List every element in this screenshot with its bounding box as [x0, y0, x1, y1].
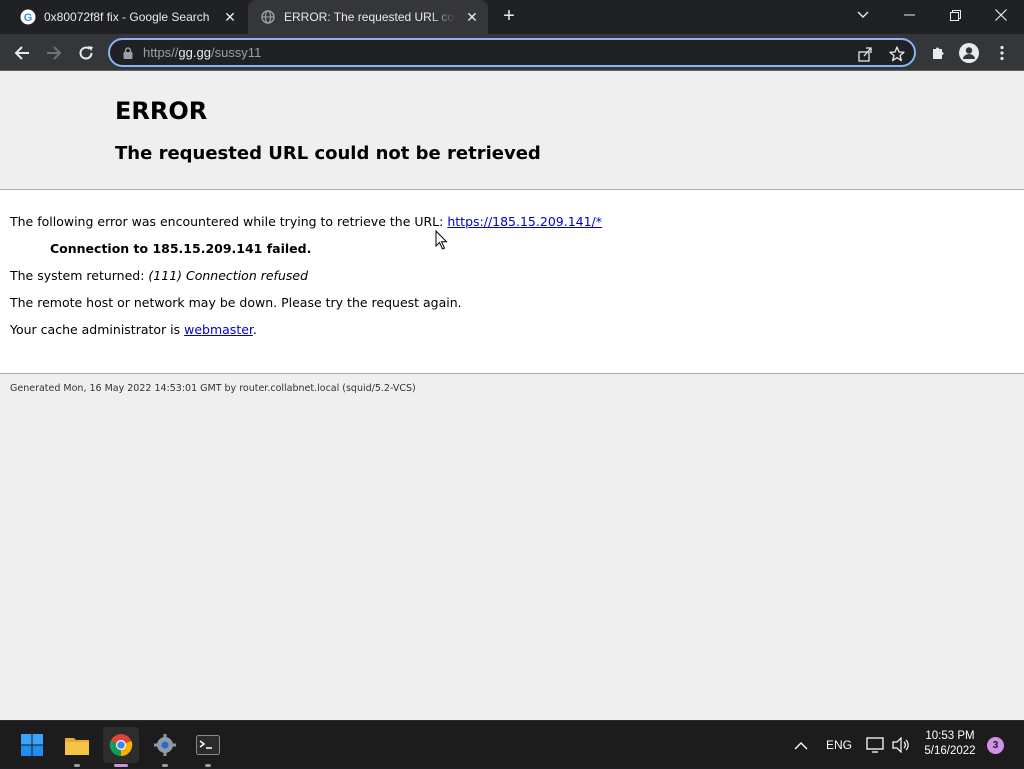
mouse-cursor-icon — [435, 229, 448, 254]
tab-title: ERROR: The requested URL could not be re… — [284, 10, 456, 24]
terminal-icon[interactable] — [190, 727, 226, 767]
svg-text:G: G — [24, 12, 33, 24]
error-details: The following error was encountered whil… — [0, 189, 1024, 374]
running-indicator — [114, 764, 128, 767]
restore-icon[interactable] — [932, 0, 978, 30]
windows-taskbar: ENG 10:53 PM 5/16/2022 3 — [0, 720, 1024, 768]
new-tab-button[interactable]: + — [496, 5, 522, 29]
file-explorer-icon[interactable] — [59, 727, 95, 767]
system-returned-line: The system returned: (111) Connection re… — [10, 268, 308, 283]
address-bar[interactable]: https//gg.gg/sussy11 — [108, 38, 916, 67]
cache-admin-prefix: Your cache administrator is — [10, 322, 185, 337]
url-scheme: https — [143, 45, 172, 60]
tab-error-page[interactable]: ERROR: The requested URL could not be re… — [248, 0, 488, 34]
share-icon[interactable] — [856, 45, 874, 63]
forward-arrow-icon[interactable] — [40, 39, 68, 67]
url-domain: gg.gg — [178, 45, 211, 60]
generated-footer: Generated Mon, 16 May 2022 14:53:01 GMT … — [10, 383, 416, 394]
page-content: ERROR The requested URL could not be ret… — [0, 71, 1024, 720]
reload-icon[interactable] — [72, 39, 100, 67]
network-icon[interactable] — [866, 721, 884, 769]
tab-search-chevron-icon[interactable] — [840, 0, 886, 30]
clock-time: 10:53 PM — [925, 730, 975, 742]
bookmark-star-icon[interactable] — [888, 45, 906, 63]
system-returned-value: (111) Connection refused — [148, 268, 308, 283]
error-url-line: The following error was encountered whil… — [10, 214, 602, 229]
running-indicator — [162, 764, 168, 767]
minimize-icon[interactable] — [886, 0, 932, 30]
back-arrow-icon[interactable] — [8, 39, 36, 67]
error-subheading: The requested URL could not be retrieved — [115, 143, 541, 164]
chrome-icon[interactable] — [103, 727, 139, 767]
close-tab-icon[interactable]: ✕ — [220, 7, 240, 27]
clock-date: 5/16/2022 — [924, 745, 976, 757]
system-returned-prefix: The system returned: — [10, 268, 149, 283]
failed-url-link[interactable]: https://185.15.209.141/* — [447, 214, 602, 229]
running-indicator — [74, 764, 80, 767]
settings-icon[interactable] — [147, 727, 183, 767]
error-titles: ERROR The requested URL could not be ret… — [0, 71, 1024, 189]
running-indicator — [205, 764, 211, 767]
extensions-puzzle-icon[interactable] — [924, 39, 952, 67]
volume-icon[interactable] — [892, 721, 910, 769]
close-tab-icon[interactable]: ✕ — [462, 7, 482, 27]
tab-google-search[interactable]: G 0x80072f8f fix - Google Search ✕ — [8, 0, 246, 34]
profile-avatar-icon[interactable] — [955, 39, 983, 67]
error-url-prefix: The following error was encountered whil… — [10, 214, 448, 229]
tab-strip: G 0x80072f8f fix - Google Search ✕ ERROR… — [0, 0, 1024, 34]
google-icon: G — [20, 9, 36, 25]
globe-icon — [260, 9, 276, 25]
notification-badge[interactable]: 3 — [987, 737, 1004, 754]
kebab-menu-icon[interactable] — [988, 39, 1016, 67]
url-text[interactable]: https//gg.gg/sussy11 — [143, 45, 261, 60]
tray-overflow-chevron-icon[interactable] — [794, 721, 808, 769]
windows-start-icon[interactable] — [14, 727, 50, 763]
lock-icon[interactable] — [121, 46, 135, 60]
input-language[interactable]: ENG — [826, 721, 852, 769]
remote-host-message: The remote host or network may be down. … — [10, 295, 462, 310]
browser-toolbar: https//gg.gg/sussy11 — [0, 34, 1024, 71]
close-window-icon[interactable] — [978, 0, 1024, 30]
tab-title: 0x80072f8f fix - Google Search — [44, 10, 210, 24]
cache-admin-suffix: . — [252, 322, 257, 337]
url-path: /sussy11 — [210, 45, 262, 60]
error-heading: ERROR — [115, 97, 208, 125]
system-clock[interactable]: 10:53 PM 5/16/2022 — [920, 729, 980, 759]
connection-failed-message: Connection to 185.15.209.141 failed. — [50, 241, 312, 256]
webmaster-link[interactable]: webmaster — [184, 322, 253, 337]
cache-admin-line: Your cache administrator is webmaster. — [10, 322, 257, 337]
